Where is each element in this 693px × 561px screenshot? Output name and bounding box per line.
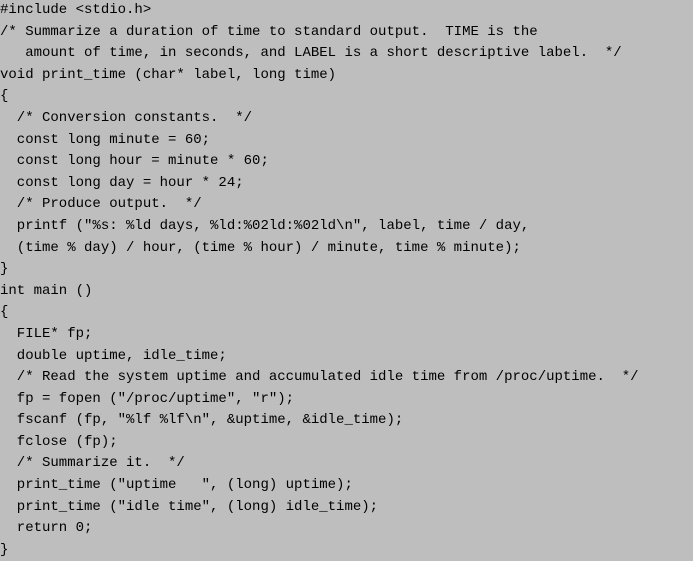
code-line: { [0, 302, 693, 324]
code-line: int main () [0, 281, 693, 303]
code-line: void print_time (char* label, long time) [0, 65, 693, 87]
code-line: amount of time, in seconds, and LABEL is… [0, 43, 693, 65]
code-line: print_time ("idle time", (long) idle_tim… [0, 497, 693, 519]
code-line: double uptime, idle_time; [0, 346, 693, 368]
code-line: const long minute = 60; [0, 130, 693, 152]
code-line: #include <stdio.h> [0, 0, 693, 22]
code-line: (time % day) / hour, (time % hour) / min… [0, 238, 693, 260]
code-line: FILE* fp; [0, 324, 693, 346]
code-line: fp = fopen ("/proc/uptime", "r"); [0, 389, 693, 411]
code-line: fclose (fp); [0, 432, 693, 454]
code-line: fscanf (fp, "%lf %lf\n", &uptime, &idle_… [0, 410, 693, 432]
code-line: /* Read the system uptime and accumulate… [0, 367, 693, 389]
code-line: /* Conversion constants. */ [0, 108, 693, 130]
code-line: const long day = hour * 24; [0, 173, 693, 195]
code-line: printf ("%s: %ld days, %ld:%02ld:%02ld\n… [0, 216, 693, 238]
code-line: } [0, 259, 693, 281]
code-line: /* Summarize a duration of time to stand… [0, 22, 693, 44]
code-line: const long hour = minute * 60; [0, 151, 693, 173]
code-block: #include <stdio.h> /* Summarize a durati… [0, 0, 693, 561]
code-line: /* Summarize it. */ [0, 453, 693, 475]
code-line: print_time ("uptime ", (long) uptime); [0, 475, 693, 497]
code-line: /* Produce output. */ [0, 194, 693, 216]
code-line: } [0, 540, 693, 561]
code-line: { [0, 86, 693, 108]
code-line: return 0; [0, 518, 693, 540]
